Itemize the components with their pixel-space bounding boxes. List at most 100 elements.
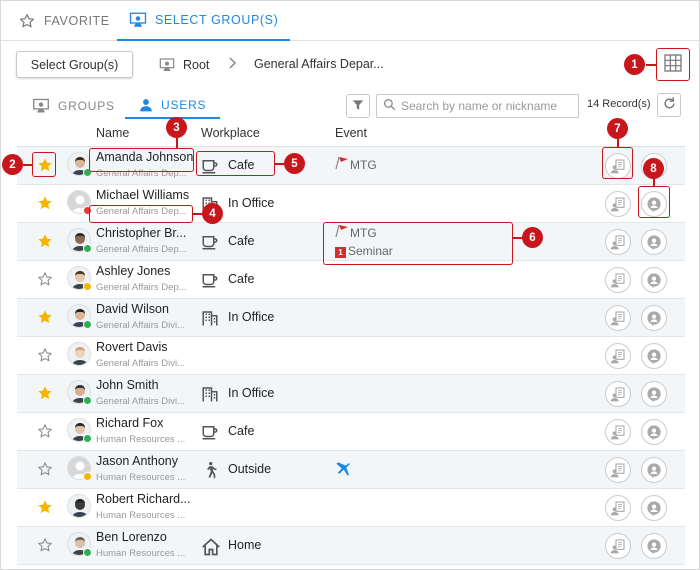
user-department: General Affairs Divi... — [96, 358, 186, 369]
profile-button[interactable] — [641, 343, 667, 369]
avatar[interactable] — [67, 152, 92, 177]
table-row[interactable]: Jason Anthony Human Resources ... Outside — [17, 451, 685, 489]
profile-bubble-icon — [646, 538, 662, 554]
avatar[interactable] — [67, 190, 92, 215]
search-box[interactable] — [376, 94, 579, 118]
flag-icon — [335, 156, 350, 172]
annotation-box — [323, 222, 513, 265]
table-row[interactable]: John Smith General Affairs Divi... In Offi… — [17, 375, 685, 413]
message-button[interactable] — [605, 229, 631, 255]
avatar[interactable] — [67, 380, 92, 405]
annotation-line — [23, 164, 32, 166]
tab-users[interactable]: USERS — [125, 93, 221, 119]
event-item[interactable]: MTG — [335, 156, 377, 172]
office-building-icon — [201, 385, 219, 403]
workplace-label: Cafe — [228, 234, 255, 248]
profile-button[interactable] — [641, 495, 667, 521]
tab-favorite[interactable]: FAVORITE — [18, 1, 110, 41]
message-button[interactable] — [605, 191, 631, 217]
refresh-button[interactable] — [657, 93, 681, 117]
table-row[interactable]: Ben Lorenzo Human Resources ... Home — [17, 527, 685, 565]
user-name[interactable]: Robert Richard... — [96, 492, 190, 506]
avatar[interactable] — [67, 266, 92, 291]
airplane-icon — [335, 461, 351, 480]
annotation-line — [176, 138, 178, 148]
table-row[interactable]: Robert Richard... Human Resources ... — [17, 489, 685, 527]
user-name[interactable]: John Smith — [96, 378, 159, 392]
message-button[interactable] — [605, 457, 631, 483]
avatar[interactable] — [67, 456, 92, 481]
avatar[interactable] — [67, 304, 92, 329]
breadcrumb-root-label: Root — [183, 58, 210, 72]
star-outline-icon[interactable] — [37, 347, 53, 363]
table-row[interactable]: Richard Fox Human Resources ... Cafe — [17, 413, 685, 451]
message-button[interactable] — [605, 419, 631, 445]
event-item[interactable] — [335, 461, 351, 480]
star-filled-icon[interactable] — [37, 233, 53, 249]
tab-favorite-label: FAVORITE — [44, 14, 110, 28]
table-row[interactable]: Ashley Jones General Affairs Dep... Cafe — [17, 261, 685, 299]
column-header-event[interactable]: Event — [335, 126, 367, 140]
memo-user-icon — [610, 424, 626, 440]
star-outline-icon[interactable] — [37, 461, 53, 477]
annotation-7: 7 — [607, 118, 628, 139]
user-name[interactable]: Ashley Jones — [96, 264, 170, 278]
breadcrumb-root[interactable]: Root — [159, 57, 209, 73]
star-outline-icon[interactable] — [37, 423, 53, 439]
star-filled-icon[interactable] — [37, 309, 53, 325]
profile-button[interactable] — [641, 533, 667, 559]
star-filled-icon[interactable] — [37, 385, 53, 401]
star-outline-icon[interactable] — [37, 271, 53, 287]
user-name[interactable]: Richard Fox — [96, 416, 163, 430]
avatar[interactable] — [67, 532, 92, 557]
table-row[interactable]: David Wilson General Affairs Divi... In Of… — [17, 299, 685, 337]
user-name[interactable]: Jason Anthony — [96, 454, 178, 468]
status-indicator — [83, 320, 92, 329]
message-button[interactable] — [605, 267, 631, 293]
filter-button[interactable] — [346, 94, 370, 118]
user-name[interactable]: David Wilson — [96, 302, 169, 316]
annotation-box — [196, 151, 275, 176]
user-name[interactable]: Rovert Davis — [96, 340, 168, 354]
status-indicator — [83, 472, 92, 481]
search-input[interactable] — [401, 99, 578, 113]
profile-button[interactable] — [641, 229, 667, 255]
group-board-icon — [129, 11, 147, 29]
annotation-2: 2 — [2, 154, 23, 175]
breadcrumb-current[interactable]: General Affairs Depar... — [254, 57, 384, 71]
message-button[interactable] — [605, 495, 631, 521]
workplace-label: Cafe — [228, 272, 255, 286]
avatar[interactable] — [67, 228, 92, 253]
message-button[interactable] — [605, 305, 631, 331]
avatar[interactable] — [67, 342, 91, 366]
table-row[interactable]: Rovert Davis General Affairs Divi... — [17, 337, 685, 375]
tab-groups[interactable]: GROUPS — [32, 93, 115, 119]
tab-users-label: USERS — [161, 98, 207, 112]
column-header-workplace[interactable]: Workplace — [201, 126, 260, 140]
tab-select-groups[interactable]: SELECT GROUP(S) — [117, 1, 291, 41]
profile-button[interactable] — [641, 305, 667, 331]
avatar[interactable] — [67, 418, 92, 443]
message-button[interactable] — [605, 533, 631, 559]
user-name[interactable]: Ben Lorenzo — [96, 530, 167, 544]
profile-button[interactable] — [641, 381, 667, 407]
message-button[interactable] — [605, 381, 631, 407]
profile-button[interactable] — [641, 457, 667, 483]
status-indicator — [83, 548, 92, 557]
memo-user-icon — [610, 234, 626, 250]
column-header-name[interactable]: Name — [96, 126, 129, 140]
app-frame: FAVORITE SELECT GROUP(S) Select Group(s)… — [0, 0, 700, 570]
event-label: MTG — [350, 157, 377, 172]
memo-user-icon — [610, 196, 626, 212]
user-name[interactable]: Michael Williams — [96, 188, 189, 202]
user-name[interactable]: Christopher Br... — [96, 226, 186, 240]
profile-button[interactable] — [641, 419, 667, 445]
star-filled-icon[interactable] — [37, 499, 53, 515]
select-groups-button[interactable]: Select Group(s) — [16, 51, 133, 78]
profile-button[interactable] — [641, 267, 667, 293]
message-button[interactable] — [605, 343, 631, 369]
star-outline-icon[interactable] — [37, 537, 53, 553]
star-filled-icon[interactable] — [37, 195, 53, 211]
avatar[interactable] — [67, 494, 91, 518]
status-indicator — [83, 434, 92, 443]
